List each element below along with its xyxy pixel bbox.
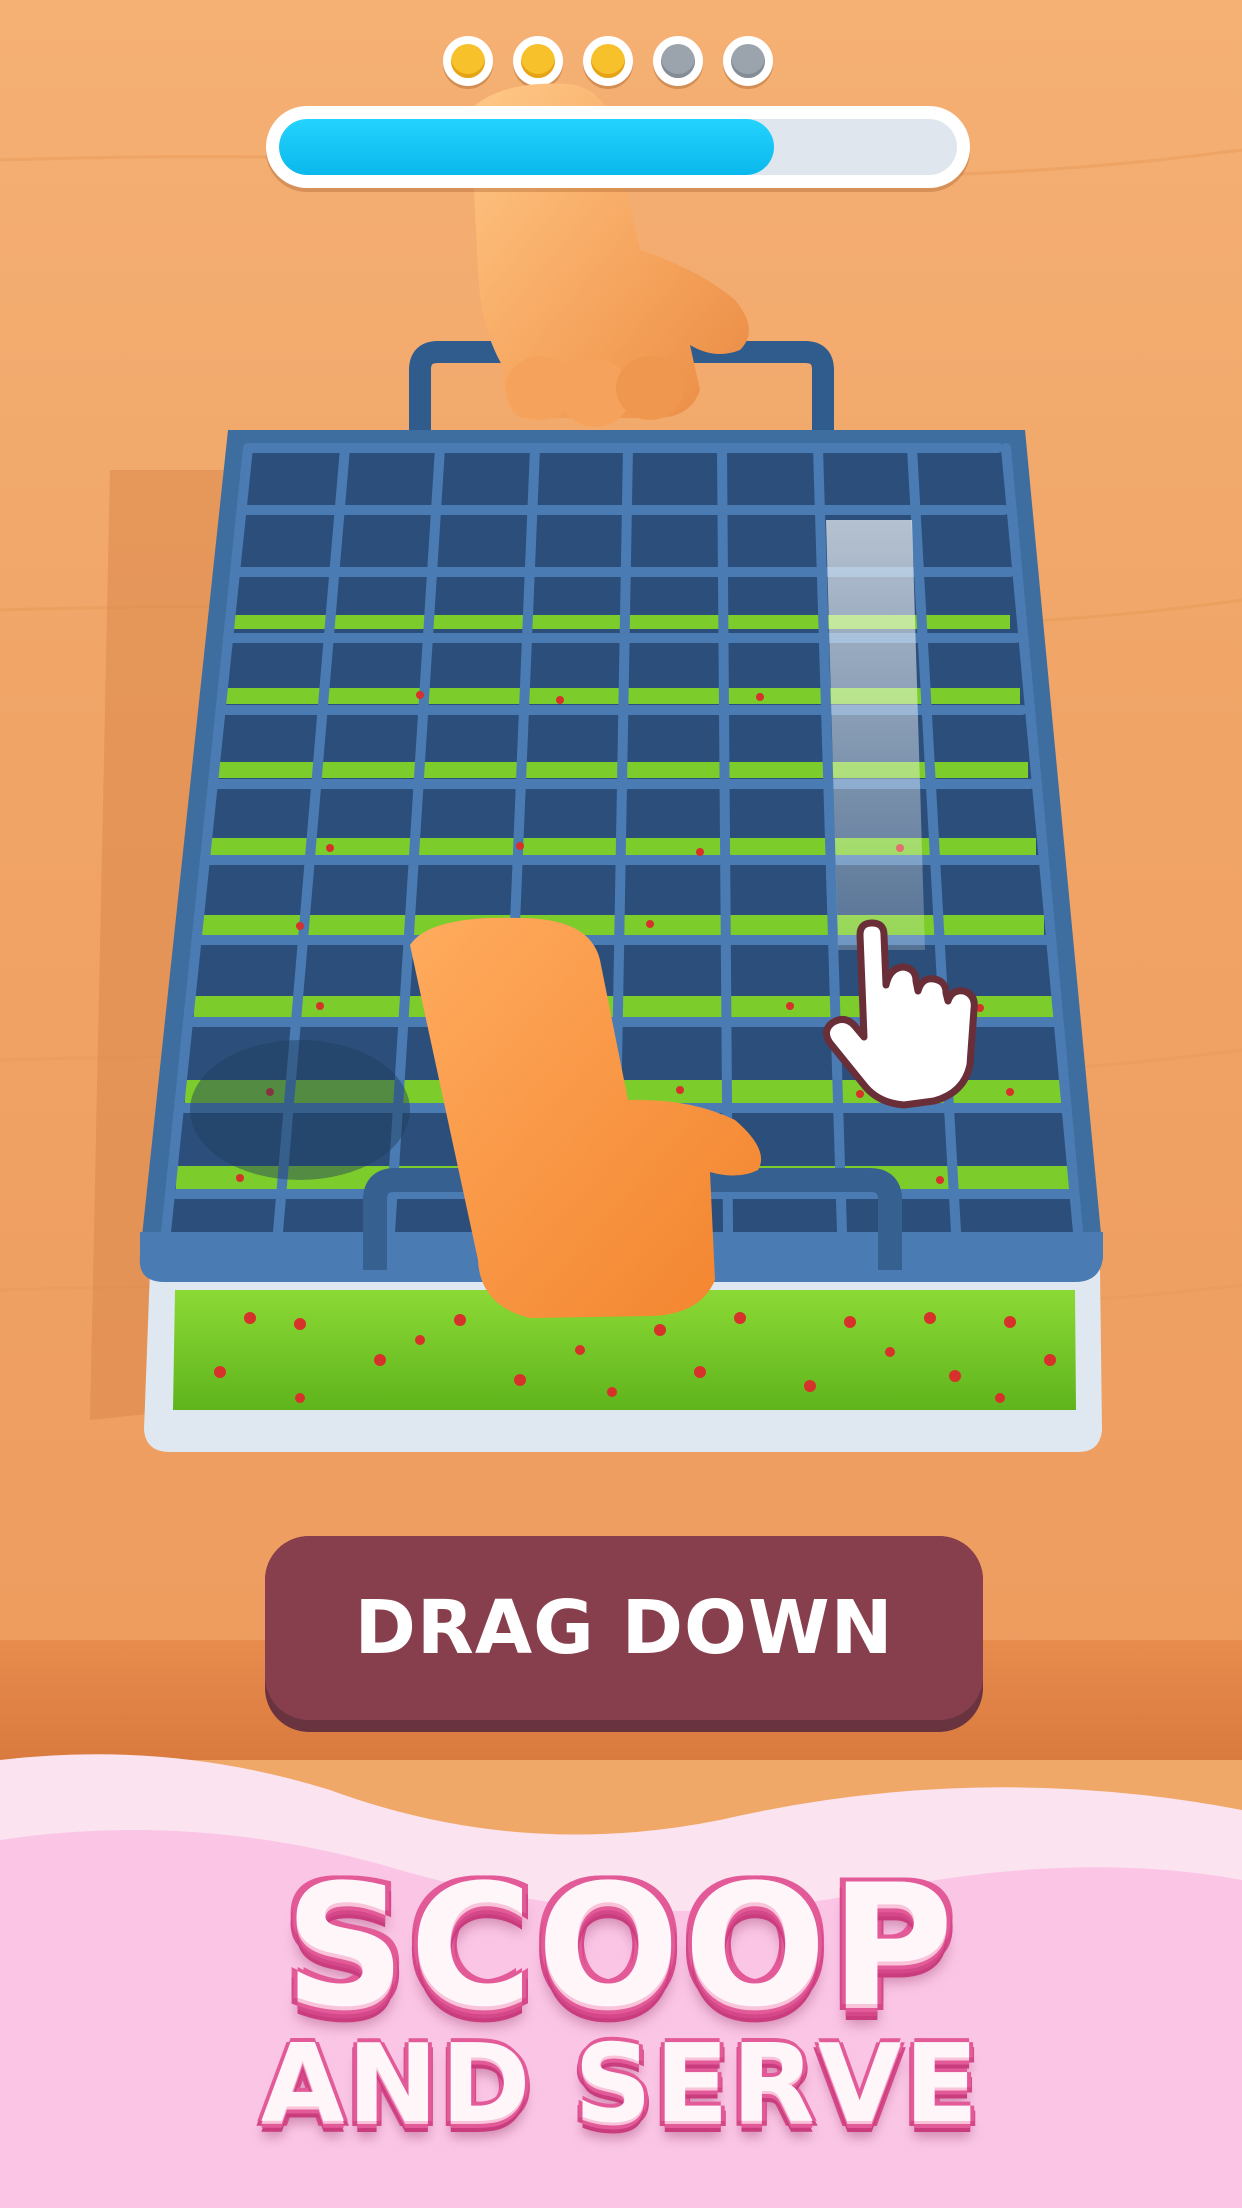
banner-title: SCOOP bbox=[284, 1848, 958, 2044]
instruction-label: DRAG DOWN bbox=[354, 1585, 894, 1671]
level-progress-bar bbox=[266, 106, 970, 188]
progress-fill bbox=[279, 119, 774, 175]
progress-track bbox=[279, 119, 957, 175]
banner-subtitle: AND SERVE bbox=[260, 2022, 982, 2147]
swipe-hint bbox=[826, 520, 925, 950]
game-scene[interactable] bbox=[0, 0, 1242, 1500]
drag-down-instruction: DRAG DOWN bbox=[265, 1536, 983, 1732]
